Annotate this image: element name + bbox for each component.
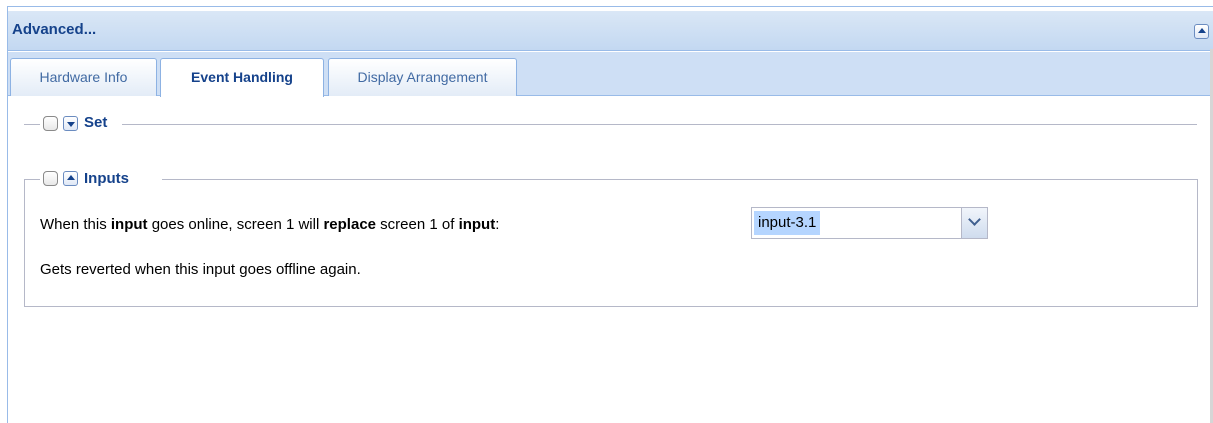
- rule-bold-input: input: [110, 216, 148, 233]
- rule-text-1: When this: [40, 216, 111, 233]
- panel-collapse-button[interactable]: [1194, 24, 1209, 39]
- set-fieldset-line-right: [122, 124, 1197, 125]
- set-fieldset-line-left: [24, 124, 40, 125]
- panel-header: Advanced...: [8, 11, 1213, 51]
- tab-bar: Hardware Info Event Handling Display Arr…: [8, 52, 1213, 97]
- rule-text-4: :: [495, 216, 500, 233]
- set-expand-toggle[interactable]: [63, 116, 78, 131]
- replace-rule-label: When this input goes online, screen 1 wi…: [40, 216, 499, 233]
- rule-text-3: screen 1 of: [376, 216, 459, 233]
- set-legend: Set: [84, 114, 108, 131]
- panel-title: Advanced...: [12, 21, 97, 38]
- revert-note: Gets reverted when this input goes offli…: [40, 261, 361, 278]
- rule-bold-replace: replace: [323, 216, 377, 233]
- inputs-fieldset: [24, 179, 1198, 307]
- input-select-trigger[interactable]: [961, 208, 987, 238]
- expand-down-icon: [67, 122, 75, 127]
- rule-text-2: goes online, screen 1 will: [147, 216, 324, 233]
- input-select[interactable]: input-3.1: [751, 207, 988, 239]
- rule-bold-input-2: input: [458, 216, 496, 233]
- tab-display-arrangement[interactable]: Display Arrangement: [328, 58, 517, 96]
- tab-event-handling[interactable]: Event Handling: [160, 58, 324, 97]
- set-checkbox[interactable]: [43, 116, 58, 131]
- tab-hardware-info[interactable]: Hardware Info: [10, 58, 157, 96]
- collapse-up-icon: [1198, 28, 1206, 33]
- chevron-down-icon: [968, 213, 981, 226]
- input-select-value: input-3.1: [754, 211, 821, 235]
